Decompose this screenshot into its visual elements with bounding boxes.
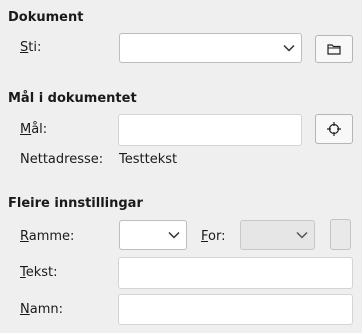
path-label: Sti: xyxy=(20,40,42,55)
url-value: Testtekst xyxy=(119,152,178,167)
section-title-document: Dokument xyxy=(8,10,84,25)
name-label: Namn: xyxy=(20,302,63,317)
events-button[interactable] xyxy=(330,219,351,250)
form-label: For: xyxy=(201,229,226,244)
target-label: Mål: xyxy=(20,122,48,137)
target-in-document-button[interactable] xyxy=(315,114,353,144)
path-combobox[interactable] xyxy=(119,33,302,63)
folder-icon xyxy=(327,44,341,55)
chevron-down-icon xyxy=(283,44,295,52)
text-label: Tekst: xyxy=(20,265,58,280)
crosshair-icon xyxy=(327,122,341,136)
chevron-down-icon xyxy=(296,231,308,239)
text-input[interactable] xyxy=(118,257,353,289)
section-title-more-settings: Fleire innstillingar xyxy=(8,196,143,211)
frame-label: Ramme: xyxy=(20,229,75,244)
form-combobox[interactable] xyxy=(240,220,315,250)
url-label: Nettadresse: xyxy=(20,152,104,167)
frame-combobox[interactable] xyxy=(119,220,187,250)
target-input[interactable] xyxy=(118,114,302,146)
chevron-down-icon xyxy=(168,231,180,239)
name-input[interactable] xyxy=(118,294,353,325)
open-file-button[interactable] xyxy=(315,35,353,63)
section-title-target: Mål i dokumentet xyxy=(8,91,137,106)
